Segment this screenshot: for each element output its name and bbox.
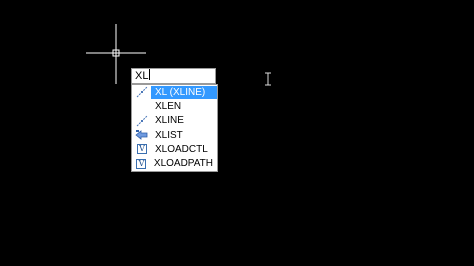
blank-icon <box>134 100 150 112</box>
command-input-value: XL <box>135 70 149 82</box>
suggestion-label: XLOADPATH <box>153 158 213 170</box>
xline-icon <box>134 115 150 127</box>
suggestion-label: XLIST <box>155 129 183 141</box>
suggestion-label: XLINE <box>155 115 184 127</box>
suggestion-xlen[interactable]: XLEN <box>132 99 217 113</box>
suggestion-xl-xline[interactable]: XL (XLINE) <box>132 85 217 99</box>
xref-v-glyph: V <box>137 144 147 155</box>
xline-icon <box>134 86 150 98</box>
drawing-canvas[interactable]: XL XL (XLINE) XLEN XLINE XLIST V XLOADCT… <box>0 0 474 266</box>
text-caret <box>149 69 151 80</box>
suggestion-xloadpath[interactable]: V XLOADPATH <box>132 156 217 170</box>
suggestion-label: XL (XLINE) <box>151 85 217 99</box>
suggestion-label: XLOADCTL <box>155 143 208 155</box>
suggestion-label: XLEN <box>155 100 182 112</box>
suggestion-xline[interactable]: XLINE <box>132 114 217 128</box>
suggestion-xlist[interactable]: XLIST <box>132 128 217 142</box>
xref-v-icon: V <box>134 158 149 170</box>
xref-v-glyph: V <box>136 158 147 169</box>
autocomplete-list: XL (XLINE) XLEN XLINE XLIST V XLOADCTL V… <box>131 84 218 172</box>
command-input[interactable]: XL <box>131 68 216 84</box>
text-cursor-icon <box>265 72 271 86</box>
xref-v-icon: V <box>134 143 150 155</box>
suggestion-xloadctl[interactable]: V XLOADCTL <box>132 142 217 156</box>
xlist-icon <box>134 129 150 141</box>
